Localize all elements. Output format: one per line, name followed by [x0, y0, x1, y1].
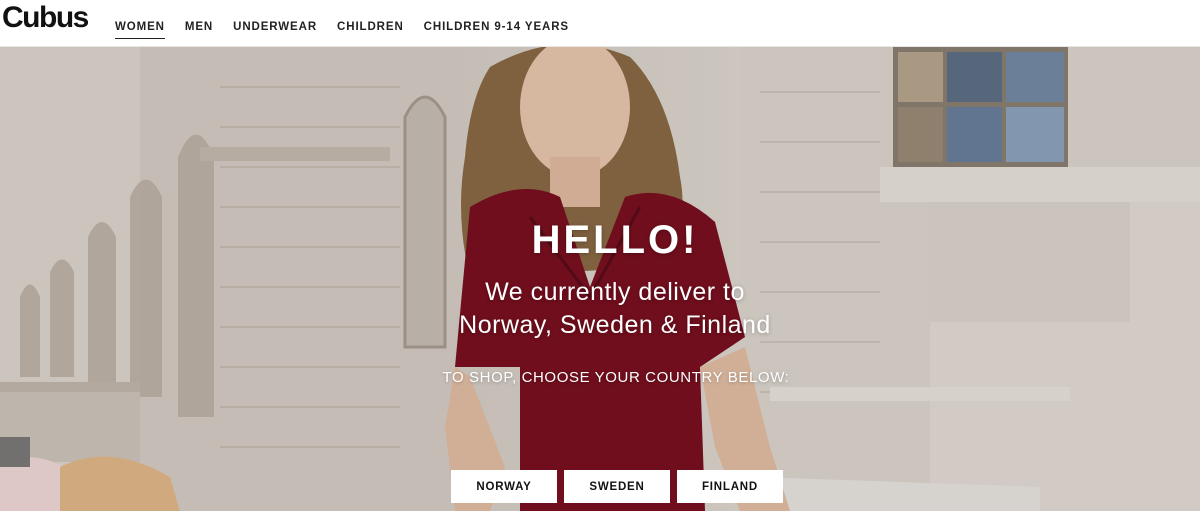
country-buttons: NORWAY SWEDEN FINLAND — [451, 470, 783, 503]
hero-delivery-text: We currently deliver to Norway, Sweden &… — [0, 276, 1200, 342]
hero-delivery-line-2: Norway, Sweden & Finland — [459, 311, 771, 339]
nav-item-children[interactable]: CHILDREN — [337, 19, 404, 39]
hero-title: HELLO! — [531, 218, 699, 262]
hero-banner: HELLO! We currently deliver to Norway, S… — [0, 47, 1200, 511]
hero-delivery-line-1: We currently deliver to — [485, 278, 745, 306]
main-nav: WOMEN MEN UNDERWEAR CHILDREN CHILDREN 9-… — [115, 19, 569, 39]
norway-button[interactable]: NORWAY — [451, 470, 557, 503]
nav-item-children-9-14[interactable]: CHILDREN 9-14 YEARS — [424, 19, 569, 39]
cubus-logo[interactable]: Cubus — [2, 0, 89, 36]
finland-button[interactable]: FINLAND — [677, 470, 783, 503]
nav-item-underwear[interactable]: UNDERWEAR — [233, 19, 317, 39]
sweden-button[interactable]: SWEDEN — [564, 470, 670, 503]
site-header: Cubus WOMEN MEN UNDERWEAR CHILDREN CHILD… — [0, 0, 1200, 47]
hero-instruction: TO SHOP, CHOOSE YOUR COUNTRY BELOW: — [442, 369, 790, 386]
nav-item-women[interactable]: WOMEN — [115, 19, 165, 39]
nav-item-men[interactable]: MEN — [185, 19, 213, 39]
